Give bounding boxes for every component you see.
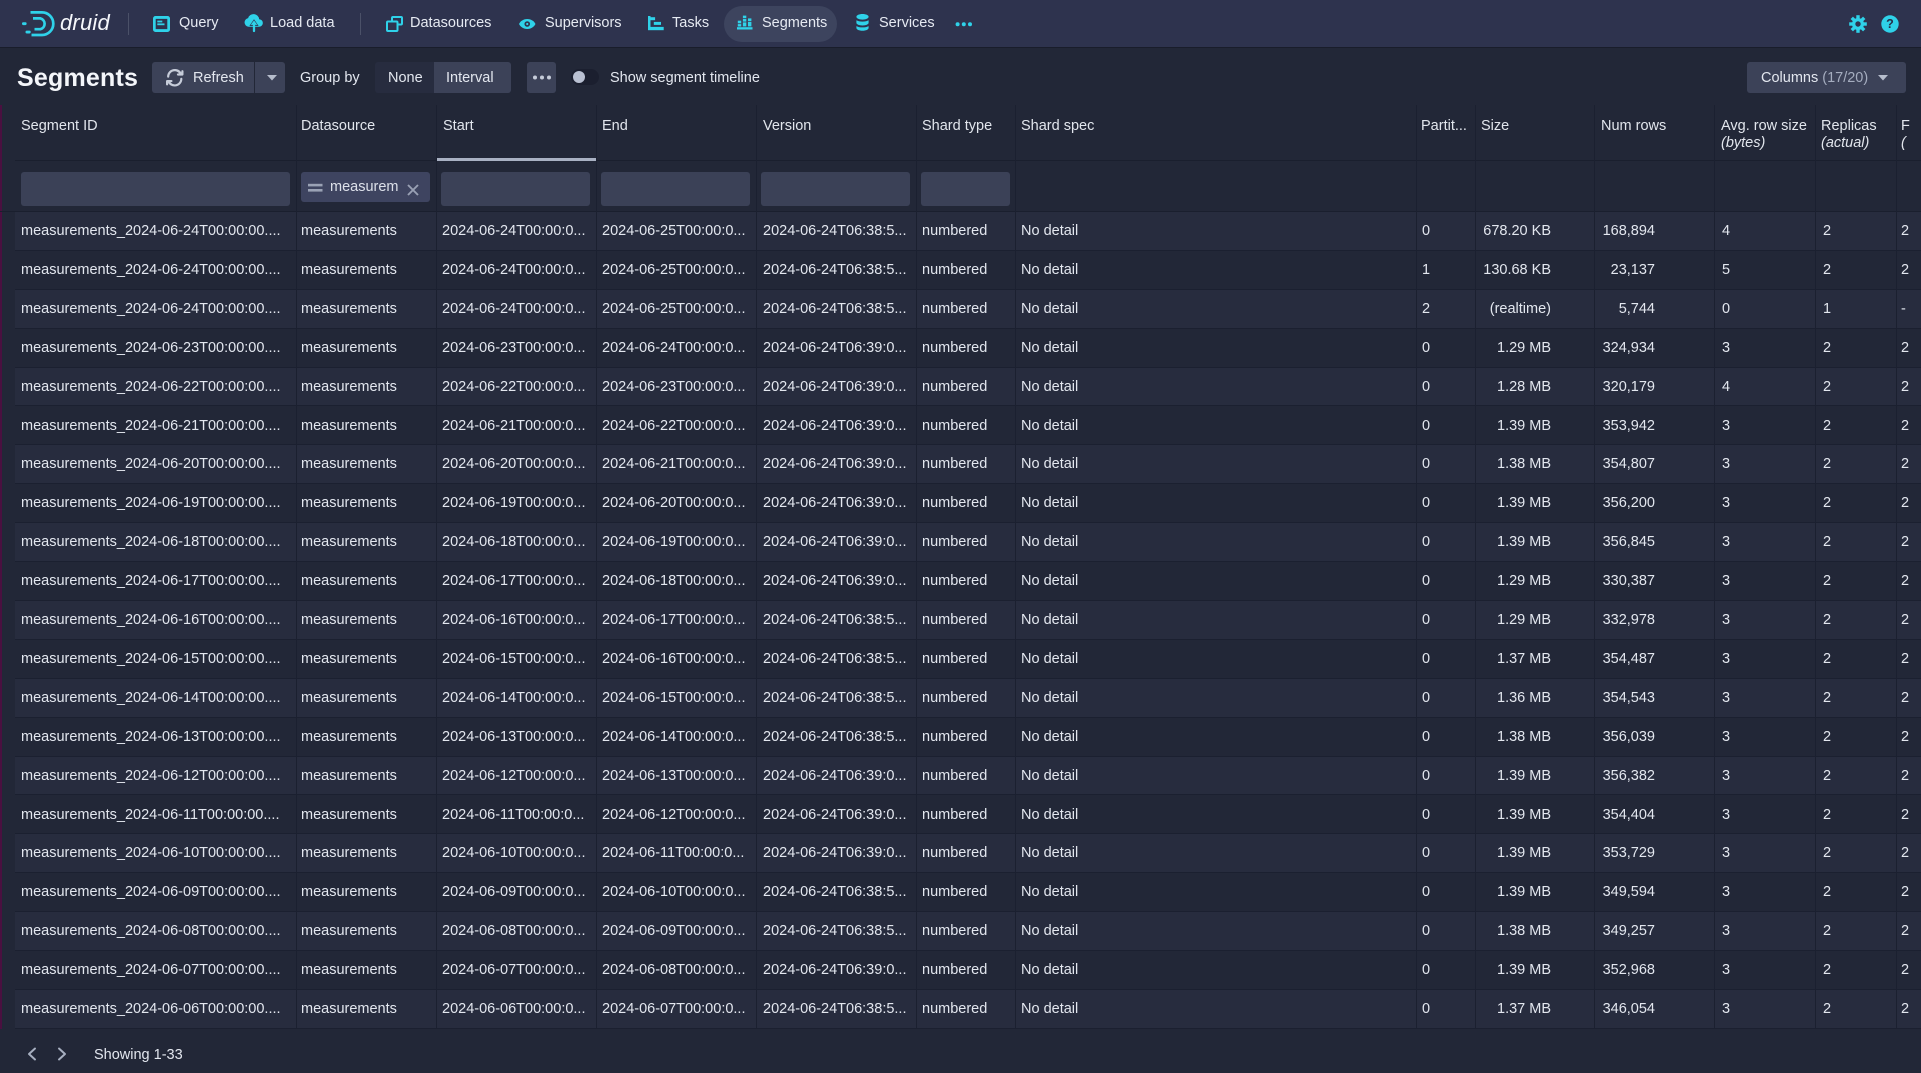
svg-text:?: ?: [1886, 17, 1894, 31]
